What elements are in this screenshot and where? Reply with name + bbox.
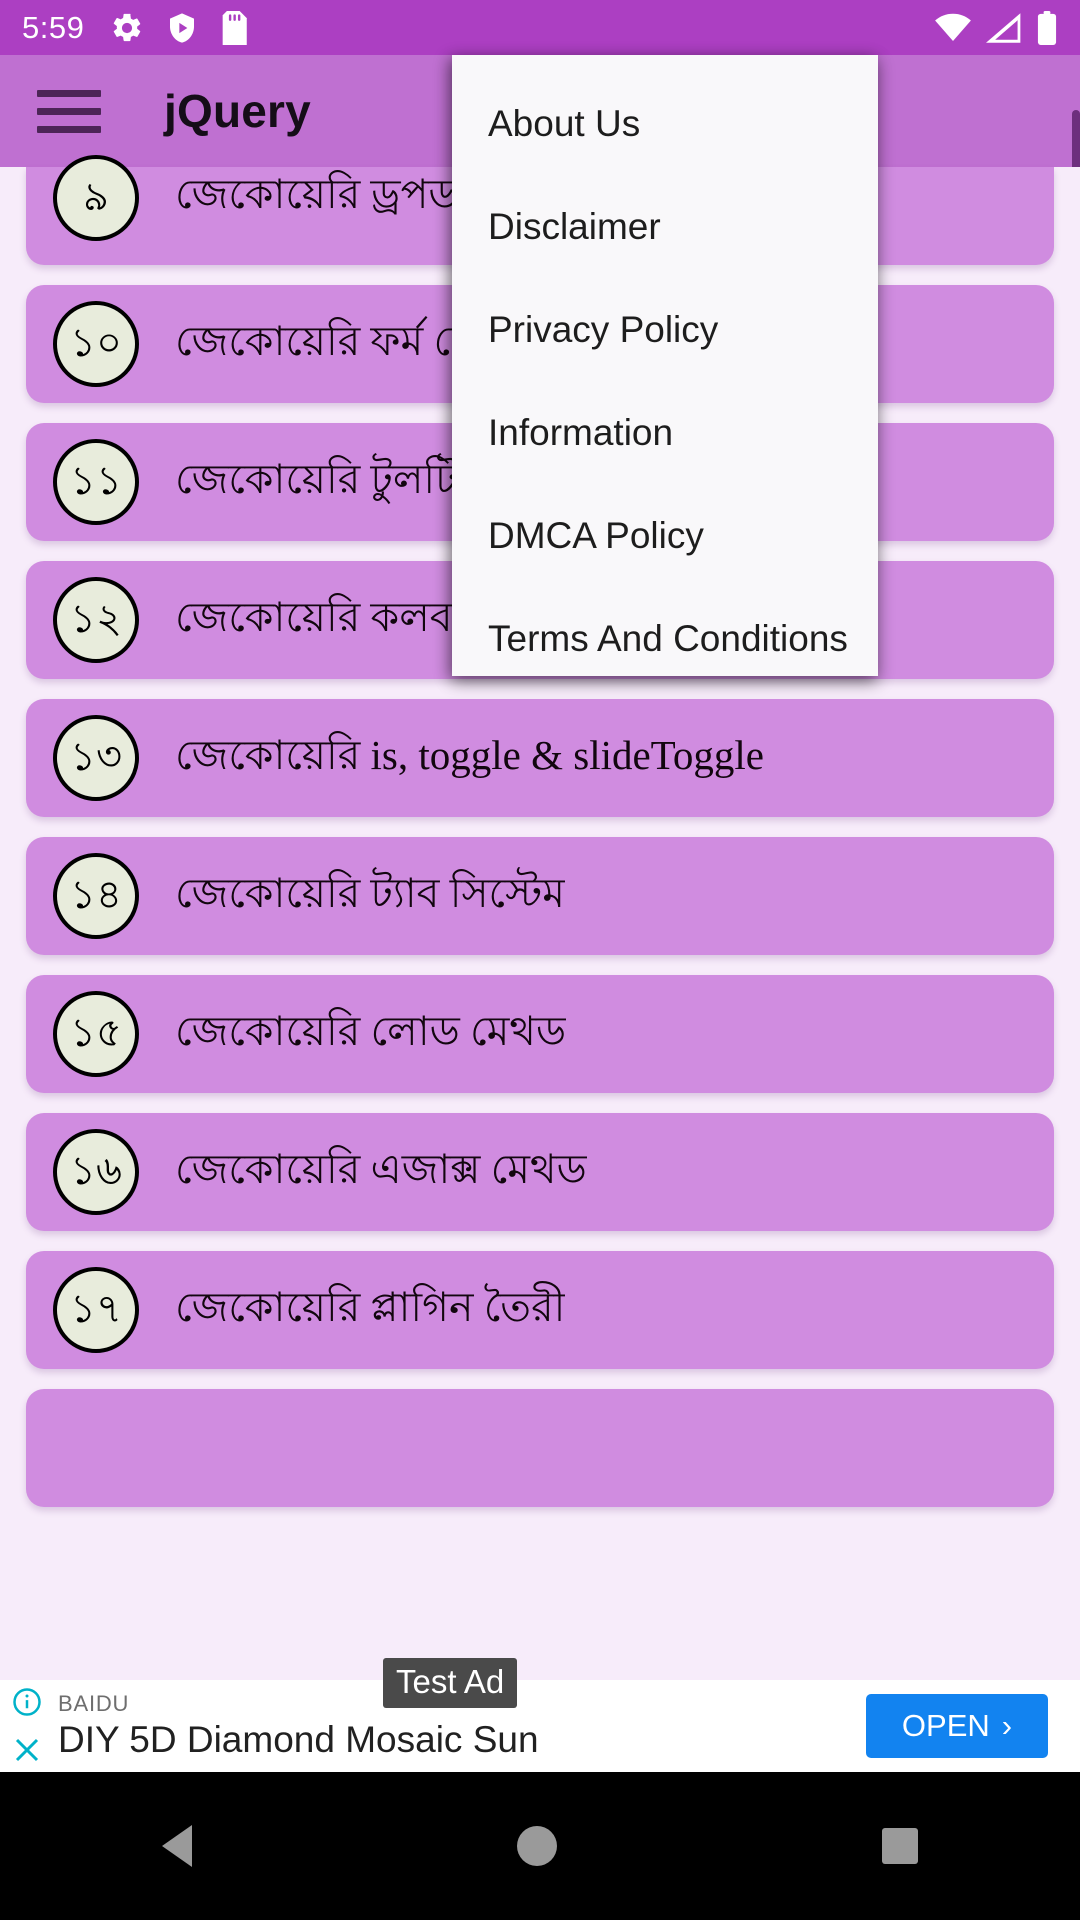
menu-item-disclaimer[interactable]: Disclaimer bbox=[452, 175, 878, 278]
menu-item-information[interactable]: Information bbox=[452, 381, 878, 484]
status-bar-notification-icons bbox=[110, 10, 248, 45]
menu-item-label: DMCA Policy bbox=[488, 514, 704, 556]
overflow-menu: About Us Disclaimer Privacy Policy Infor… bbox=[452, 55, 878, 676]
recents-square-icon[interactable] bbox=[881, 1828, 918, 1864]
ad-info-icon[interactable] bbox=[12, 1687, 42, 1717]
ad-open-button[interactable]: OPEN › bbox=[866, 1694, 1048, 1758]
sd-card-icon bbox=[223, 10, 248, 45]
page-title: jQuery bbox=[164, 85, 311, 137]
list-item[interactable]: ১৭ জেকোয়েরি প্লাগিন তৈরী bbox=[26, 1251, 1054, 1369]
scrollbar-thumb[interactable] bbox=[1072, 110, 1080, 172]
hamburger-bar bbox=[37, 125, 101, 133]
home-circle-icon[interactable] bbox=[516, 1826, 557, 1866]
ad-headline: DIY 5D Diamond Mosaic Sun bbox=[58, 1719, 539, 1760]
menu-item-privacy-policy[interactable]: Privacy Policy bbox=[452, 278, 878, 381]
item-number-badge: ১৩ bbox=[53, 715, 139, 801]
menu-item-about-us[interactable]: About Us bbox=[452, 72, 878, 175]
status-bar-clock: 5:59 bbox=[22, 9, 85, 45]
cellular-signal-icon bbox=[986, 12, 1021, 43]
item-number-badge: ১৭ bbox=[53, 1267, 139, 1353]
item-number-badge: ১৪ bbox=[53, 853, 139, 939]
ad-controls bbox=[4, 1687, 50, 1765]
list-item[interactable]: ১৫ জেকোয়েরি লোড মেথড bbox=[26, 975, 1054, 1093]
menu-item-dmca-policy[interactable]: DMCA Policy bbox=[452, 484, 878, 587]
test-ad-badge: Test Ad bbox=[383, 1658, 518, 1708]
shield-play-icon bbox=[170, 12, 195, 43]
status-bar: 5:59 bbox=[0, 0, 1080, 55]
menu-item-label: Information bbox=[488, 411, 674, 453]
item-number-badge: ৯ bbox=[53, 155, 139, 241]
hamburger-bar bbox=[37, 89, 101, 97]
list-item[interactable] bbox=[26, 1389, 1054, 1507]
list-item[interactable]: ১৩ জেকোয়েরি is, toggle & slideToggle bbox=[26, 699, 1054, 817]
list-item-label: জেকোয়েরি is, toggle & slideToggle bbox=[175, 731, 764, 778]
chevron-right-icon: › bbox=[1001, 1708, 1013, 1743]
menu-item-terms-and-conditions[interactable]: Terms And Conditions bbox=[452, 587, 878, 690]
list-item-label: জেকোয়েরি লোড মেথড bbox=[175, 1007, 567, 1054]
hamburger-bar bbox=[37, 107, 101, 115]
ad-close-icon[interactable] bbox=[12, 1735, 42, 1765]
status-bar-system-icons bbox=[934, 10, 1058, 45]
list-item-label: জেকোয়েরি প্লাগিন তৈরী bbox=[175, 1283, 566, 1330]
hamburger-menu-icon[interactable] bbox=[30, 76, 108, 146]
list-item[interactable]: ১৪ জেকোয়েরি ট্যাব সিস্টেম bbox=[26, 837, 1054, 955]
list-item[interactable]: ১৬ জেকোয়েরি এজাক্স মেথড bbox=[26, 1113, 1054, 1231]
list-item-label: জেকোয়েরি এজাক্স মেথড bbox=[175, 1145, 587, 1192]
ad-open-label: OPEN bbox=[901, 1708, 990, 1743]
system-navigation-bar bbox=[0, 1772, 1080, 1920]
item-number-badge: ১২ bbox=[53, 577, 139, 663]
item-number-badge: ১৫ bbox=[53, 991, 139, 1077]
menu-item-label: Privacy Policy bbox=[488, 308, 719, 350]
menu-item-label: Terms And Conditions bbox=[488, 617, 848, 659]
item-number-badge: ১১ bbox=[53, 439, 139, 525]
menu-item-label: About Us bbox=[488, 102, 641, 144]
list-item-label: জেকোয়েরি ট্যাব সিস্টেম bbox=[175, 869, 565, 916]
back-triangle-icon[interactable] bbox=[162, 1825, 193, 1867]
ad-banner[interactable]: Test Ad BAIDU DIY 5D Diamond Mosaic Sun … bbox=[0, 1658, 1080, 1772]
item-number-badge: ১০ bbox=[53, 301, 139, 387]
item-number-badge: ১৬ bbox=[53, 1129, 139, 1215]
menu-item-label: Disclaimer bbox=[488, 205, 661, 247]
battery-icon bbox=[1037, 10, 1057, 45]
wifi-icon bbox=[935, 13, 971, 41]
phone-screen: 5:59 jQuery ৯ জেকোয়েরি ড্রপডাউন মেনু ১০… bbox=[0, 0, 1080, 1920]
gear-icon bbox=[114, 13, 141, 41]
